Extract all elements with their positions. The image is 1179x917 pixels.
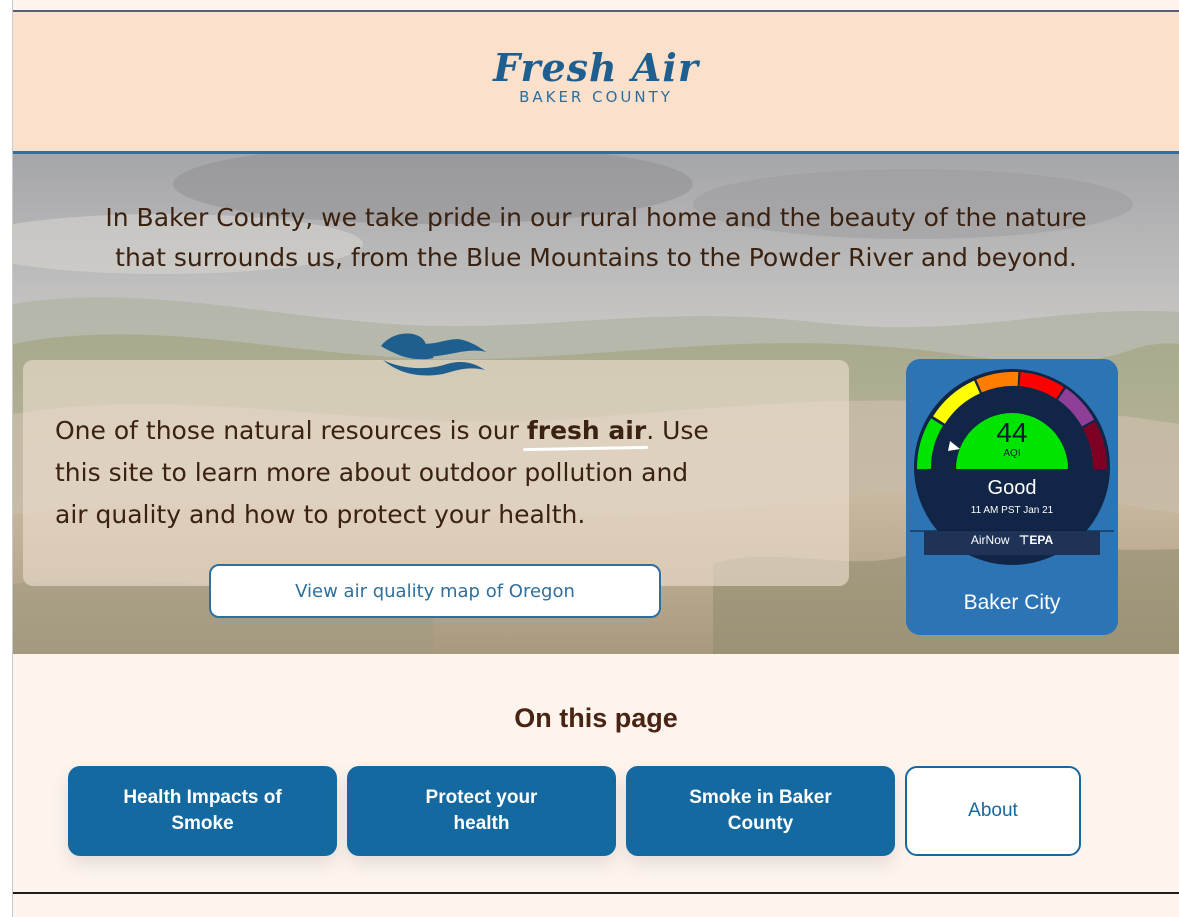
- hero-section: In Baker County, we take pride in our ru…: [13, 154, 1179, 654]
- page-frame: Fresh Air BAKER COUNTY In Baker County, …: [12, 0, 1179, 917]
- logo-subtitle: BAKER COUNTY: [519, 88, 673, 106]
- airnow-label: AirNow: [970, 533, 1010, 547]
- card-text-after: . Use: [646, 416, 709, 445]
- nav-label-line1: About: [968, 800, 1018, 821]
- nav-health-impacts-button[interactable]: Health Impacts of Smoke: [68, 766, 337, 856]
- hero-intro: In Baker County, we take pride in our ru…: [13, 198, 1179, 278]
- aqi-value: 44: [996, 417, 1028, 448]
- nav-label-line2: health: [453, 813, 510, 834]
- nav-label-line2: Smoke: [171, 813, 234, 834]
- air-quality-map-button[interactable]: View air quality map of Oregon: [209, 564, 661, 618]
- nav-protect-health-button[interactable]: Protect your health: [347, 766, 616, 856]
- bottom-divider: [13, 892, 1179, 894]
- epa-label: EPA: [1029, 533, 1054, 547]
- logo-script-text: Fresh Air: [493, 45, 699, 90]
- nav-label-line1: Smoke in Baker: [689, 787, 832, 808]
- card-text-line3: air quality and how to protect your heal…: [55, 500, 586, 529]
- aqi-widget[interactable]: 44 AQI Good 11 AM PST Jan 21 AirNow ⊤EPA…: [906, 359, 1118, 635]
- aqi-timestamp: 11 AM PST Jan 21: [970, 505, 1054, 516]
- aqi-source-line: AirNow ⊤EPA: [906, 533, 1118, 547]
- hero-intro-line2: that surrounds us, from the Blue Mountai…: [115, 243, 1077, 272]
- epa-logo-icon: ⊤EPA: [1018, 533, 1054, 547]
- nav-about-button[interactable]: About: [905, 766, 1081, 856]
- nav-label-line1: Health Impacts of: [123, 787, 282, 808]
- wave-icon: [381, 333, 487, 376]
- card-text-line2: this site to learn more about outdoor po…: [55, 458, 689, 487]
- card-text-before: One of those natural resources is our: [55, 416, 527, 445]
- on-this-page-heading: On this page: [514, 703, 678, 733]
- nav-label-line1: Protect your: [425, 787, 538, 808]
- site-logo[interactable]: Fresh Air BAKER COUNTY: [13, 45, 1179, 107]
- hero-intro-line1: In Baker County, we take pride in our ru…: [105, 203, 1087, 232]
- intro-card: One of those natural resources is our fr…: [23, 360, 849, 586]
- nav-smoke-in-baker-button[interactable]: Smoke in Baker County: [626, 766, 895, 856]
- aqi-city: Baker City: [963, 591, 1061, 614]
- fresh-air-highlight: fresh air: [527, 410, 646, 452]
- site-header: Fresh Air BAKER COUNTY: [13, 12, 1179, 152]
- aqi-unit: AQI: [1003, 448, 1021, 459]
- aqi-status: Good: [987, 477, 1037, 499]
- intro-card-text: One of those natural resources is our fr…: [55, 410, 845, 536]
- nav-label-line2: County: [727, 813, 794, 834]
